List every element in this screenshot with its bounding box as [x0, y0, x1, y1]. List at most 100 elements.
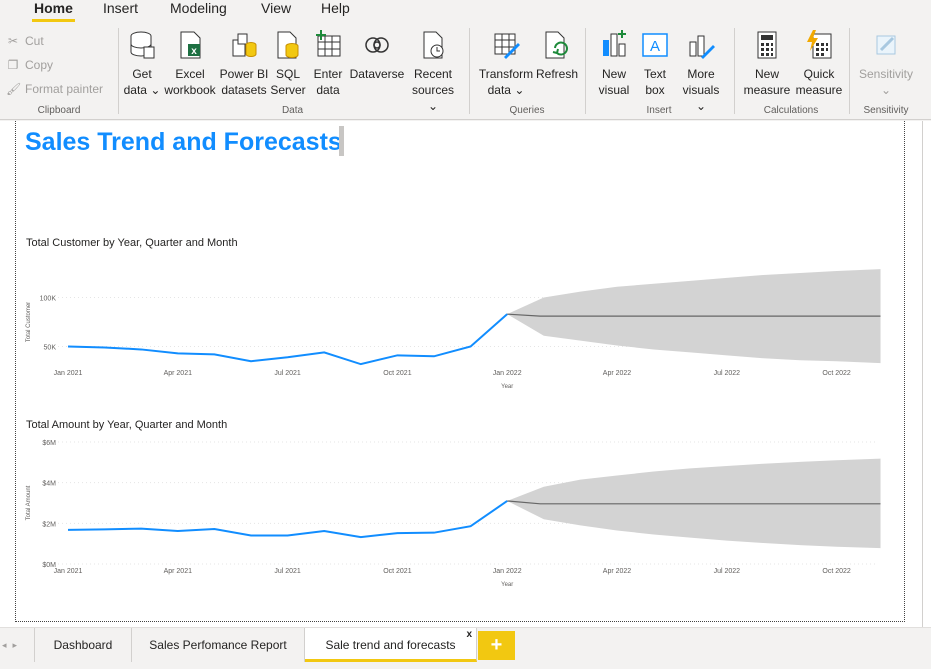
sql-label-1: SQL — [275, 67, 300, 81]
page-tab-sale-trend-label: Sale trend and forecasts — [325, 638, 456, 652]
x-tick-label: Oct 2022 — [822, 370, 851, 377]
page-title[interactable]: Sales Trend and Forecasts — [25, 128, 342, 157]
tab-view[interactable]: View — [261, 0, 291, 22]
dataverse-icon — [363, 30, 391, 60]
group-data: Get data ⌄ x Excel workbook Power BI dat… — [119, 26, 466, 118]
group-queries: Transform data ⌄ Refresh Queries — [470, 26, 584, 118]
group-label-calculations: Calculations — [763, 105, 819, 116]
transform-data-button[interactable]: Transform data ⌄ — [478, 30, 534, 98]
sensitivity-icon — [872, 30, 900, 60]
dataverse-button[interactable]: Dataverse — [348, 30, 406, 82]
x-tick-label: Oct 2021 — [383, 370, 412, 377]
cut-button[interactable]: ✂ Cut — [6, 32, 44, 50]
y-tick-label: $4M — [42, 481, 56, 488]
sensitivity-chevron: ⌄ — [880, 83, 892, 97]
x-tick-label: Jan 2022 — [493, 370, 522, 377]
new-measure-label-1: New — [754, 67, 779, 81]
x-axis-title: Year — [501, 582, 513, 588]
new-visual-button[interactable]: New visual — [594, 30, 634, 98]
copy-button[interactable]: ❐ Copy — [6, 56, 53, 74]
transform-label-1: Transform — [478, 67, 534, 81]
recent-sources-button[interactable]: Recent sources ⌄ — [406, 30, 460, 114]
pbi-datasets-label-1: Power BI — [219, 67, 269, 81]
dataset-icon — [230, 30, 258, 60]
y-axis-title: Total Customer — [26, 302, 32, 342]
group-sensitivity: Sensitivity ⌄ Sensitivity — [850, 26, 922, 118]
format-painter-label: Format painter — [25, 82, 104, 96]
new-visual-icon — [600, 30, 628, 60]
scissors-icon: ✂ — [7, 34, 19, 48]
format-painter-button[interactable]: 🖌 Format painter — [6, 80, 103, 98]
enter-data-label-2: data — [316, 83, 340, 97]
page-tab-dashboard[interactable]: Dashboard — [34, 628, 132, 662]
group-insert: New visual A Text box More visuals ⌄ Ins… — [586, 26, 732, 118]
x-tick-label: Jul 2022 — [714, 370, 741, 377]
x-tick-label: Oct 2021 — [383, 568, 412, 575]
transform-icon — [492, 30, 520, 60]
tab-scroll-arrows[interactable]: ◂▸ — [2, 640, 23, 651]
x-tick-label: Oct 2022 — [822, 568, 851, 575]
get-data-button[interactable]: Get data ⌄ — [123, 30, 161, 98]
group-label-queries: Queries — [509, 105, 545, 116]
more-visuals-icon — [687, 30, 715, 60]
sensitivity-button[interactable]: Sensitivity ⌄ — [854, 30, 918, 98]
powerbi-datasets-button[interactable]: Power BI datasets — [219, 30, 269, 98]
sql-server-button[interactable]: SQL Server — [270, 30, 306, 98]
quick-measure-button[interactable]: Quick measure — [793, 30, 845, 98]
get-data-label-1: Get — [132, 67, 152, 81]
canvas-scroll-edge — [922, 121, 923, 627]
x-axis-title: Year — [501, 384, 513, 390]
tab-help[interactable]: Help — [321, 0, 350, 22]
more-visuals-button[interactable]: More visuals ⌄ — [676, 30, 726, 114]
get-data-label-2: data ⌄ — [123, 83, 161, 97]
new-measure-button[interactable]: New measure — [741, 30, 793, 98]
x-tick-label: Apr 2021 — [164, 568, 193, 575]
transform-label-2: data ⌄ — [487, 83, 525, 97]
tab-home[interactable]: Home — [32, 0, 75, 22]
group-label-sensitivity: Sensitivity — [863, 105, 909, 116]
new-visual-label-1: New — [601, 67, 626, 81]
refresh-label: Refresh — [536, 67, 579, 81]
copy-label: Copy — [25, 58, 54, 72]
more-visuals-label-1: More — [687, 67, 715, 81]
group-label-insert: Insert — [646, 105, 672, 116]
svg-text:A: A — [650, 38, 660, 55]
enter-data-button[interactable]: Enter data — [309, 30, 347, 98]
calculator-icon — [753, 30, 781, 60]
group-label-clipboard: Clipboard — [37, 105, 81, 116]
table-add-icon — [314, 30, 342, 60]
close-tab-icon[interactable]: x — [466, 618, 472, 652]
x-tick-label: Apr 2021 — [164, 370, 193, 377]
text-box-button[interactable]: A Text box — [636, 30, 674, 98]
refresh-icon — [542, 30, 570, 60]
new-measure-label-2: measure — [743, 83, 791, 97]
tab-insert[interactable]: Insert — [103, 0, 138, 22]
actual-series-line — [67, 500, 508, 539]
customer-forecast-chart[interactable]: 50K 100K Total Customer Jan 2021 Apr 2021 Jul… — [20, 259, 890, 409]
page-tab-sale-trend[interactable]: Sale trend and forecasts x — [305, 628, 477, 662]
menu-bar: Home Insert Modeling View Help — [0, 0, 931, 22]
chart-title-customer: Total Customer by Year, Quarter and Mont… — [26, 237, 238, 249]
x-tick-label: Apr 2022 — [603, 370, 632, 377]
x-tick-label: Jan 2021 — [54, 370, 83, 377]
y-axis-title: Total Amount — [26, 485, 32, 520]
amount-forecast-chart[interactable]: $0M$2M$4M$6MTotal AmountJan 2021 Apr 2021… — [20, 434, 890, 592]
chart-title-amount: Total Amount by Year, Quarter and Month — [26, 419, 228, 431]
refresh-button[interactable]: Refresh — [536, 30, 579, 82]
page-tab-sales-performance[interactable]: Sales Perfomance Report — [132, 628, 305, 662]
x-tick-label: Jul 2021 — [274, 370, 301, 377]
group-clipboard: ✂ Cut ❐ Copy 🖌 Format painter Clipboard — [0, 26, 118, 118]
recent-icon — [419, 30, 447, 60]
y-tick-label: $6M — [42, 440, 56, 447]
group-calculations: New measure Quick measure Calculations — [735, 26, 847, 118]
excel-workbook-button[interactable]: x Excel workbook — [163, 30, 217, 98]
cut-label: Cut — [25, 34, 44, 48]
add-page-button[interactable]: + — [478, 631, 515, 660]
sql-label-2: Server — [270, 83, 306, 97]
report-canvas: Sales Trend and Forecasts Total Customer… — [0, 121, 931, 627]
sensitivity-label: Sensitivity — [858, 67, 914, 81]
paintbrush-icon: 🖌 — [6, 82, 22, 96]
text-box-label-1: Text — [643, 67, 666, 81]
text-cursor — [339, 126, 344, 156]
tab-modeling[interactable]: Modeling — [170, 0, 227, 22]
